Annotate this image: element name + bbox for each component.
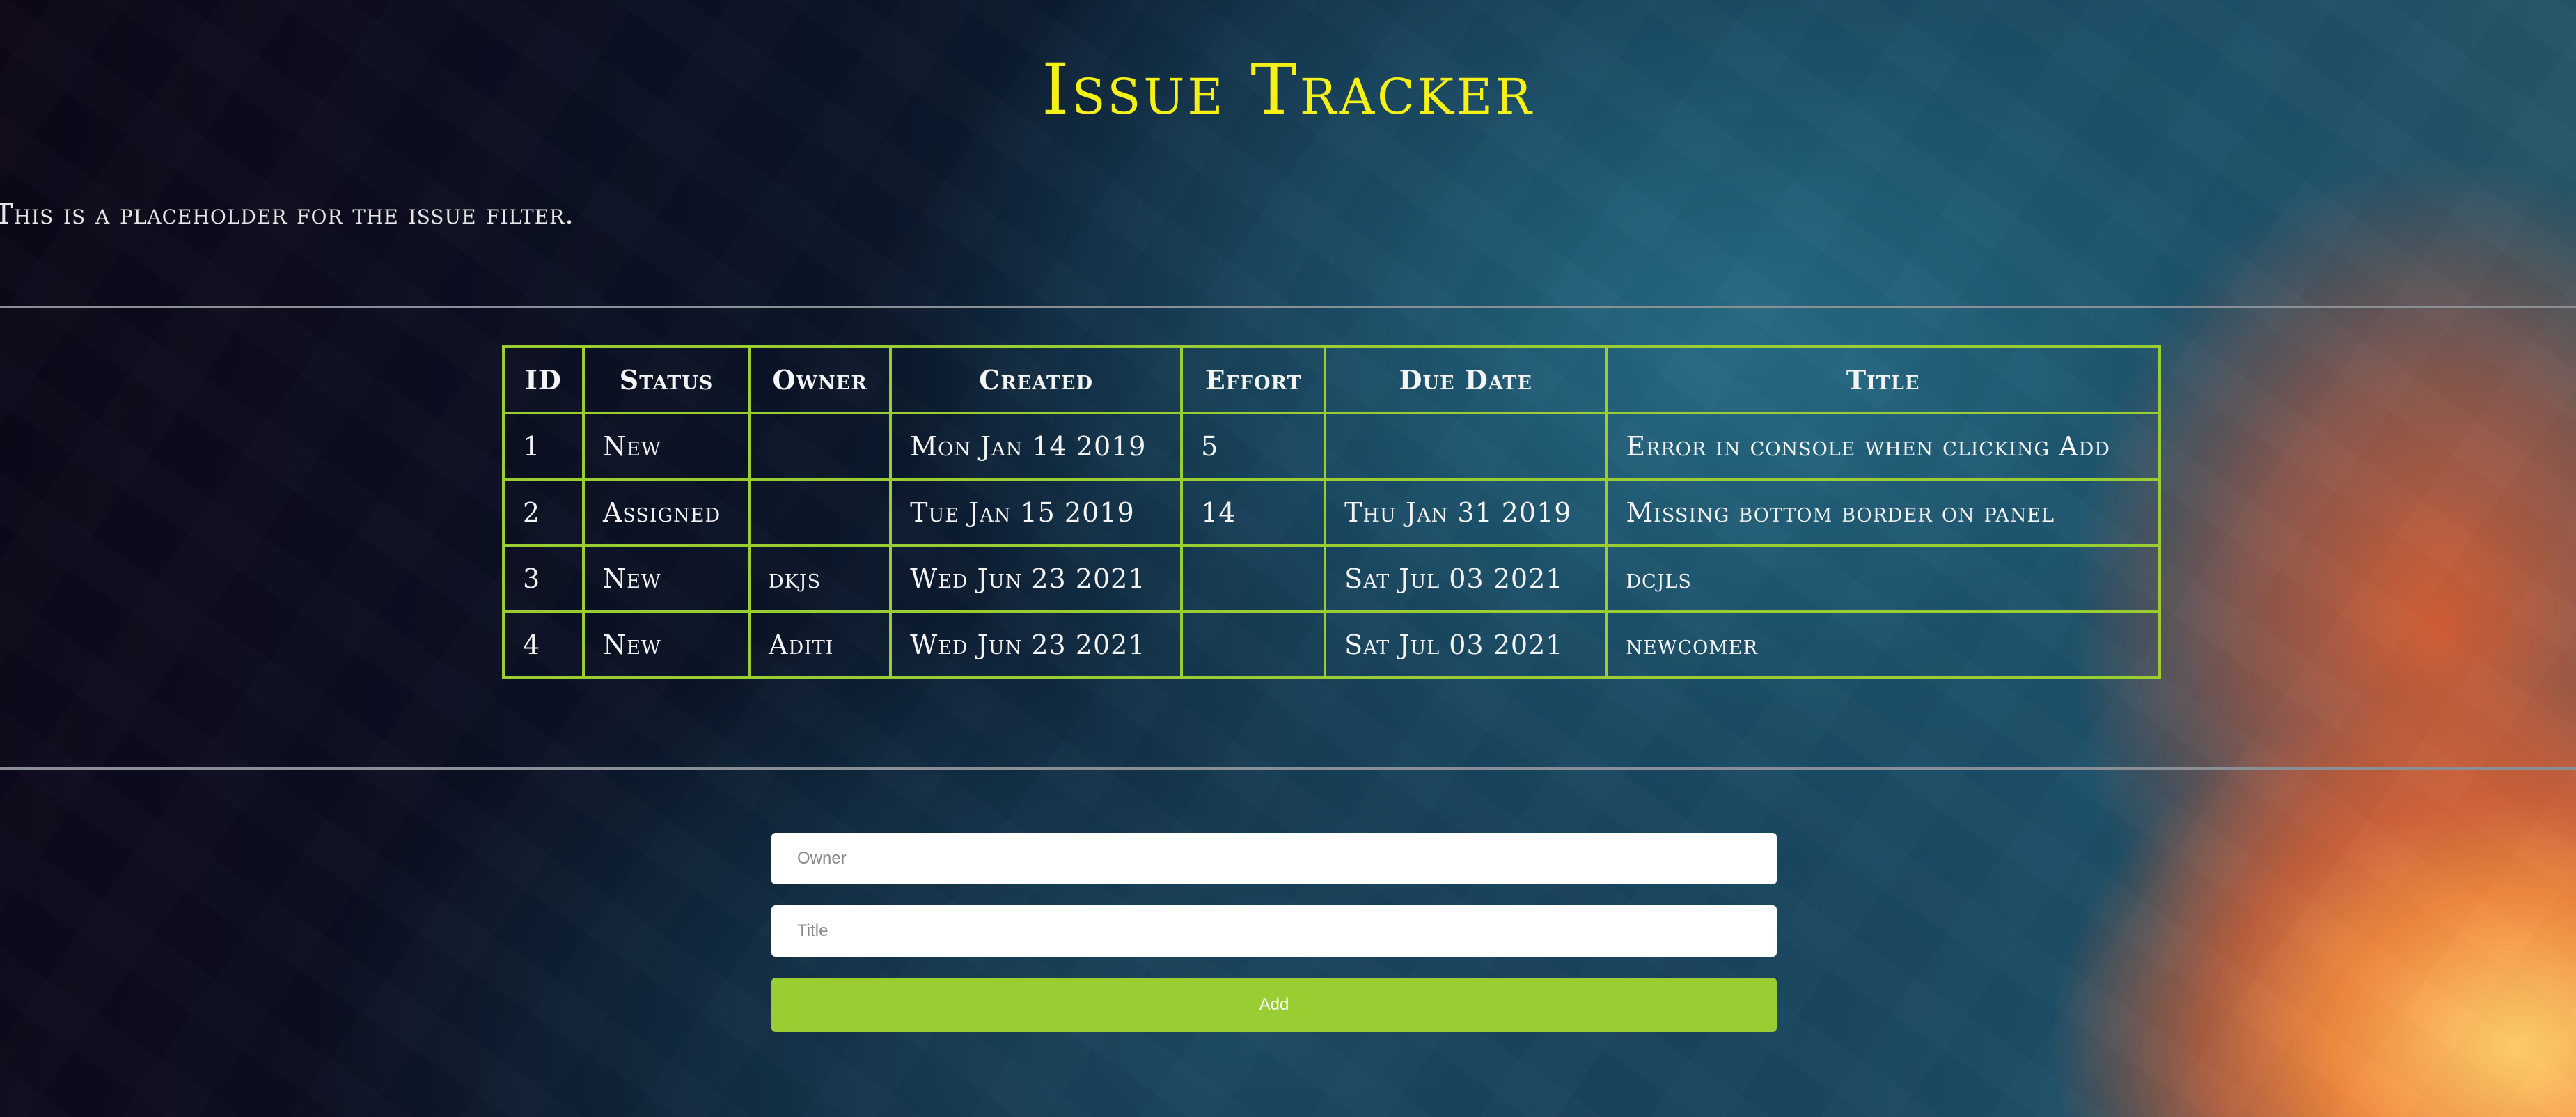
- divider: [0, 767, 2576, 770]
- cell-id: 2: [502, 478, 585, 547]
- cell-title: dcjls: [1605, 544, 2161, 613]
- cell-title: Error in console when clicking Add: [1605, 412, 2161, 481]
- title-input[interactable]: [771, 905, 1777, 957]
- issue-table: ID Status Owner Created Effort Due Date …: [502, 345, 2161, 679]
- cell-due-date: [1324, 412, 1608, 481]
- cell-status: New: [581, 412, 751, 481]
- cell-title: newcomer: [1605, 610, 2161, 679]
- add-button[interactable]: Add: [771, 978, 1777, 1032]
- cell-title: Missing bottom border on panel: [1605, 478, 2161, 547]
- cell-created: Wed Jun 23 2021: [889, 610, 1184, 679]
- cell-id: 4: [502, 610, 585, 679]
- cell-status: New: [581, 544, 751, 613]
- column-header-created: Created: [889, 345, 1184, 414]
- column-header-id: ID: [502, 345, 585, 414]
- cell-status: New: [581, 610, 751, 679]
- table-row: 2 Assigned Tue Jan 15 2019 14 Thu Jan 31…: [502, 478, 2161, 547]
- cell-effort: 14: [1180, 478, 1327, 547]
- cell-owner: [748, 412, 893, 481]
- divider: [0, 306, 2576, 308]
- cell-effort: 5: [1180, 412, 1327, 481]
- page-title: Issue Tracker: [1042, 49, 1534, 130]
- cell-id: 3: [502, 544, 585, 613]
- cell-due-date: Sat Jul 03 2021: [1324, 610, 1608, 679]
- table-row: 3 New dkjs Wed Jun 23 2021 Sat Jul 03 20…: [502, 544, 2161, 613]
- cell-status: Assigned: [581, 478, 751, 547]
- cell-effort: [1180, 544, 1327, 613]
- column-header-title: Title: [1605, 345, 2161, 414]
- cell-owner: dkjs: [748, 544, 893, 613]
- cell-owner: [748, 478, 893, 547]
- cell-effort: [1180, 610, 1327, 679]
- table-row: 4 New Aditi Wed Jun 23 2021 Sat Jul 03 2…: [502, 610, 2161, 679]
- cell-due-date: Thu Jan 31 2019: [1324, 478, 1608, 547]
- table-header-row: ID Status Owner Created Effort Due Date …: [502, 345, 2161, 414]
- column-header-due-date: Due Date: [1324, 345, 1608, 414]
- owner-input[interactable]: [771, 833, 1777, 884]
- table-row: 1 New Mon Jan 14 2019 5 Error in console…: [502, 412, 2161, 481]
- cell-created: Tue Jan 15 2019: [889, 478, 1184, 547]
- cell-created: Mon Jan 14 2019: [889, 412, 1184, 481]
- column-header-effort: Effort: [1180, 345, 1327, 414]
- cell-owner: Aditi: [748, 610, 893, 679]
- cell-id: 1: [502, 412, 585, 481]
- column-header-status: Status: [581, 345, 751, 414]
- column-header-owner: Owner: [748, 345, 893, 414]
- issue-filter-placeholder: This is a placeholder for the issue filt…: [0, 198, 574, 231]
- cell-created: Wed Jun 23 2021: [889, 544, 1184, 613]
- cell-due-date: Sat Jul 03 2021: [1324, 544, 1608, 613]
